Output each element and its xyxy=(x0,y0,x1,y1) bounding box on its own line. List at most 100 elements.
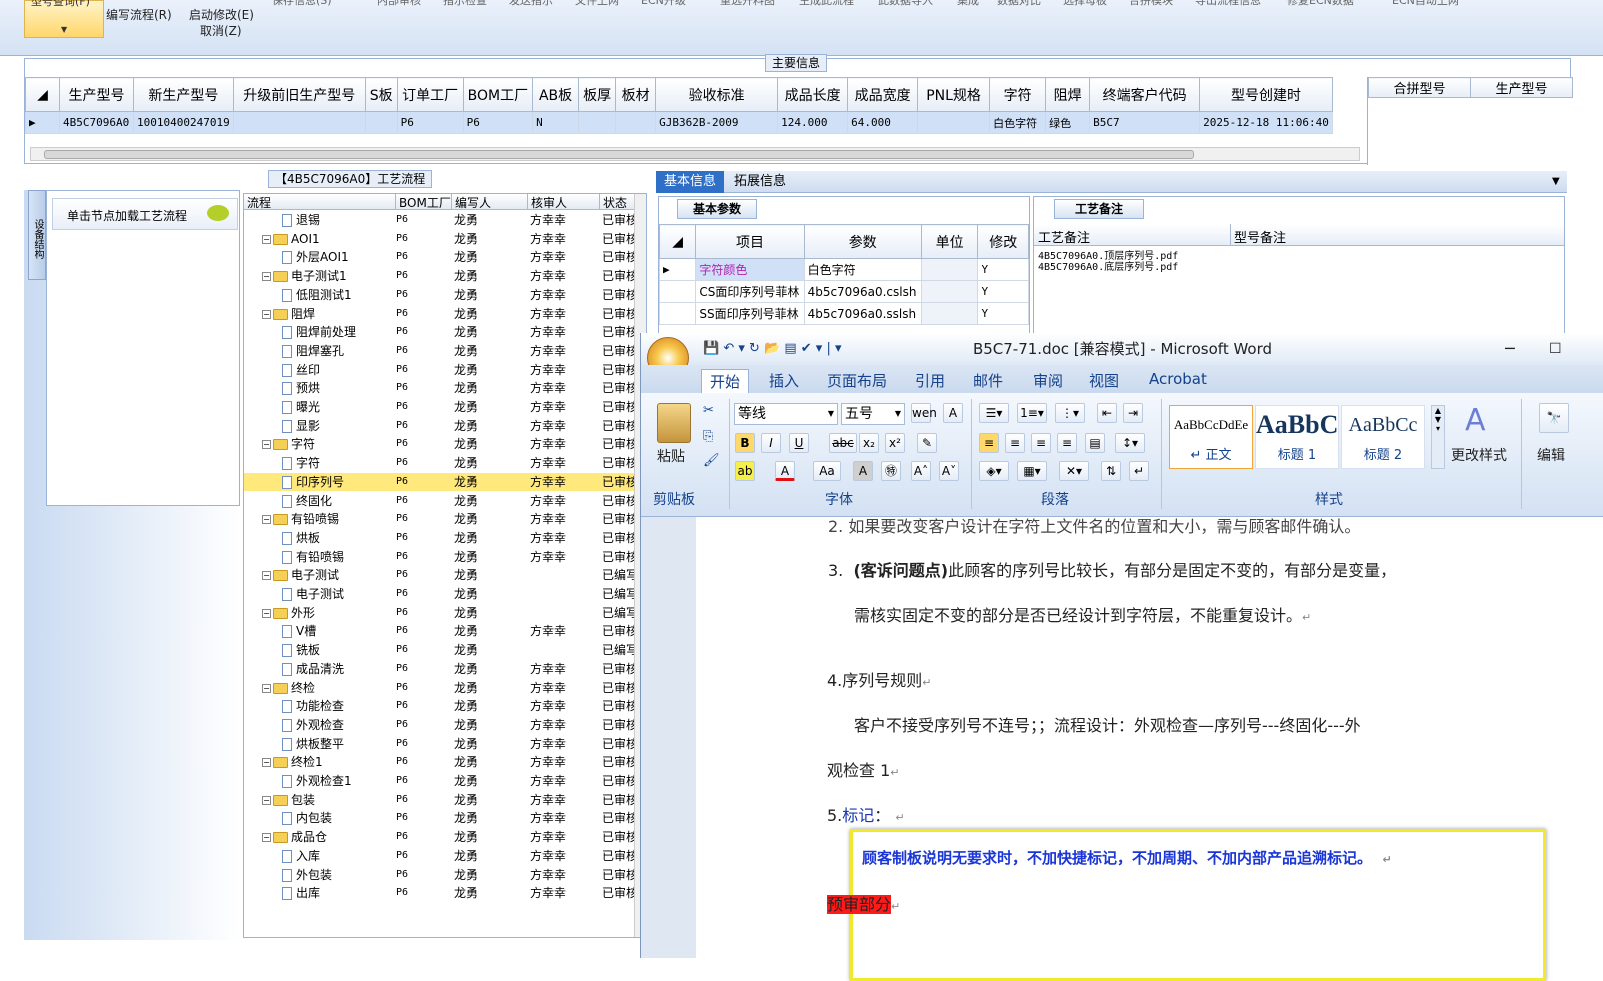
align-right-icon[interactable]: ≡ xyxy=(1031,433,1051,453)
collapse-icon[interactable]: − xyxy=(262,758,271,768)
shading-icon[interactable]: ◈▾ xyxy=(979,461,1009,481)
table-cell[interactable]: 4B5C7096A0 xyxy=(59,111,134,134)
column-header[interactable]: 板厚 xyxy=(578,77,617,112)
tree-row[interactable]: −字符P6龙勇方幸幸已审核 xyxy=(244,435,638,454)
cancel-button[interactable]: 取消(Z) xyxy=(200,22,242,39)
toolbar-item[interactable]: 数据对比 xyxy=(997,0,1041,8)
quick-access-icons[interactable]: 💾 ↶ ▾ ↻ 📂 ▤ ✔ ▾ | ▾ xyxy=(703,333,841,365)
font-name-select[interactable]: 等线 ▼ xyxy=(734,403,838,425)
find-icon[interactable]: 🔭 xyxy=(1539,403,1569,433)
param-param[interactable]: 4b5c7096a0.cslsh xyxy=(803,280,922,303)
column-header[interactable]: 订单工厂 xyxy=(396,77,464,112)
table-cell[interactable]: 绿色 xyxy=(1045,111,1091,134)
tree-row[interactable]: 入库P6龙勇方幸幸已审核 xyxy=(244,847,638,866)
left-panel-header[interactable]: 单击节点加载工艺流程 xyxy=(52,198,238,230)
toolbar-item[interactable]: 生成此流程 xyxy=(799,0,854,8)
toolbar-item[interactable]: 内部审核 xyxy=(377,0,421,8)
table-cell[interactable]: N xyxy=(532,111,580,134)
table-row[interactable]: CS面印序列号菲林 4b5c7096a0.cslsh Y xyxy=(659,280,1029,303)
collapse-icon[interactable]: − xyxy=(262,515,271,525)
change-case-icon[interactable]: Aa xyxy=(813,461,841,481)
table-cell[interactable]: P6 xyxy=(396,111,464,134)
toolbar-item[interactable]: 重选开料图 xyxy=(720,0,775,8)
tree-row[interactable]: 低阻测试1P6龙勇方幸幸已审核 xyxy=(244,286,638,305)
ribbon-tab[interactable]: 开始 xyxy=(701,369,750,393)
tree-row[interactable]: 成品清洗P6龙勇方幸幸已审核 xyxy=(244,660,638,679)
table-cell[interactable] xyxy=(232,111,366,134)
maximize-icon[interactable]: ☐ xyxy=(1549,333,1562,365)
edit-flow-button[interactable]: 编写流程(R) xyxy=(106,6,172,23)
table-cell[interactable]: 10010400247019 xyxy=(133,111,234,134)
toolbar-item[interactable]: 集成 xyxy=(957,0,979,8)
underline-icon[interactable]: U xyxy=(789,433,809,453)
tree-row[interactable]: 烘板整平P6龙勇方幸幸已审核 xyxy=(244,735,638,754)
styles-scroll[interactable]: ▲ ▼ ▾ xyxy=(1431,405,1445,469)
numbering-icon[interactable]: 1≡▾ xyxy=(1017,403,1047,423)
tree-row[interactable]: −包装P6龙勇方幸幸已审核 xyxy=(244,791,638,810)
tree-row[interactable]: 显影P6龙勇方幸幸已审核 xyxy=(244,417,638,436)
char-border-icon[interactable]: A xyxy=(943,403,963,423)
column-header[interactable]: PNL规格 xyxy=(917,77,991,112)
column-header[interactable]: S板 xyxy=(364,77,398,112)
decrease-indent-icon[interactable]: ⇤ xyxy=(1097,403,1117,423)
change-styles-button[interactable]: 更改样式 xyxy=(1451,445,1507,465)
ribbon-tab[interactable]: 插入 xyxy=(761,369,807,392)
table-cell[interactable]: 2025-12-18 11:06:40 xyxy=(1199,111,1333,134)
multilevel-list-icon[interactable]: ⋮▾ xyxy=(1055,403,1085,423)
column-header[interactable]: 成品长度 xyxy=(777,77,849,112)
collapse-icon[interactable]: − xyxy=(262,234,271,244)
column-header[interactable]: 单位 xyxy=(920,224,979,259)
column-header[interactable]: 字符 xyxy=(989,77,1047,112)
sort-icon[interactable]: ⇅ xyxy=(1101,461,1121,481)
toolbar-item[interactable]: 此数据导入 xyxy=(878,0,933,8)
subscript-icon[interactable]: x₂ xyxy=(859,433,879,453)
column-header[interactable]: 板材 xyxy=(615,77,657,112)
tree-row[interactable]: 终固化P6龙勇方幸幸已审核 xyxy=(244,492,638,511)
scrollbar-thumb[interactable] xyxy=(44,150,1194,159)
tree-column-header[interactable]: 编写人 xyxy=(452,194,528,210)
tree-row[interactable]: −终检P6龙勇方幸幸已审核 xyxy=(244,679,638,698)
collapse-icon[interactable]: − xyxy=(262,571,271,581)
column-header[interactable]: 修改 xyxy=(977,224,1029,259)
toolbar-item[interactable]: 合拼模块 xyxy=(1129,0,1173,8)
paste-icon[interactable] xyxy=(657,403,691,443)
param-modify[interactable]: Y xyxy=(977,280,1029,303)
query-model-button[interactable]: 型号查询(F) ▼ xyxy=(24,0,104,38)
column-header[interactable]: 终端客户代码 xyxy=(1089,77,1201,112)
column-header[interactable]: 升级前旧生产型号 xyxy=(232,77,366,112)
tree-row[interactable]: 预烘P6龙勇方幸幸已审核 xyxy=(244,379,638,398)
tree-row[interactable]: −有铅喷锡P6龙勇方幸幸已审核 xyxy=(244,510,638,529)
param-item[interactable]: CS面印序列号菲林 xyxy=(695,280,805,303)
table-row[interactable]: SS面印序列号菲林 4b5c7096a0.sslsh Y xyxy=(659,302,1029,325)
table-cell[interactable] xyxy=(364,111,398,134)
column-header[interactable]: 参数 xyxy=(803,224,922,259)
font-size-select[interactable]: 五号 ▼ xyxy=(841,403,905,425)
format-painter-icon[interactable]: 🖌 xyxy=(703,453,720,468)
toolbar-item[interactable]: 文件上网 xyxy=(575,0,619,8)
superscript-icon[interactable]: x² xyxy=(885,433,905,453)
edit-button[interactable]: 编辑 xyxy=(1537,445,1565,465)
distributed-icon[interactable]: ▤ xyxy=(1085,433,1105,453)
tree-row[interactable]: 功能检查P6龙勇方幸幸已审核 xyxy=(244,697,638,716)
minimize-icon[interactable]: ─ xyxy=(1505,333,1515,365)
font-color-icon[interactable]: A xyxy=(775,461,795,481)
copy-icon[interactable]: ⎘ xyxy=(703,429,713,444)
tree-row[interactable]: −外形P6龙勇已编写 xyxy=(244,604,638,623)
ribbon-tab[interactable]: Acrobat xyxy=(1141,369,1215,389)
style-item[interactable]: AaBbCc 标题 2 xyxy=(1341,405,1425,469)
table-cell[interactable]: GJB362B-2009 xyxy=(655,111,779,134)
tree-row[interactable]: −阻焊P6龙勇方幸幸已审核 xyxy=(244,305,638,324)
column-header[interactable]: 生产型号 xyxy=(1470,77,1573,98)
shrink-font-icon[interactable]: A˅ xyxy=(939,461,959,481)
column-header[interactable]: 合拼型号 xyxy=(1368,77,1471,98)
tree-row[interactable]: 外层AOI1P6龙勇方幸幸已审核 xyxy=(244,248,638,267)
tree-row[interactable]: 出库P6龙勇方幸幸已审核 xyxy=(244,884,638,903)
table-row[interactable]: ▶ 字符颜色 白色字符 Y xyxy=(659,258,1029,281)
ribbon-tab[interactable]: 视图 xyxy=(1081,369,1127,392)
tree-row[interactable]: −AOI1P6龙勇方幸幸已审核 xyxy=(244,230,638,249)
tree-row[interactable]: 烘板P6龙勇方幸幸已审核 xyxy=(244,529,638,548)
tree-row[interactable]: 曝光P6龙勇方幸幸已审核 xyxy=(244,398,638,417)
tree-row[interactable]: 字符P6龙勇方幸幸已审核 xyxy=(244,454,638,473)
tree-row[interactable]: 阻焊塞孔P6龙勇方幸幸已审核 xyxy=(244,342,638,361)
italic-icon[interactable]: I xyxy=(761,433,781,453)
